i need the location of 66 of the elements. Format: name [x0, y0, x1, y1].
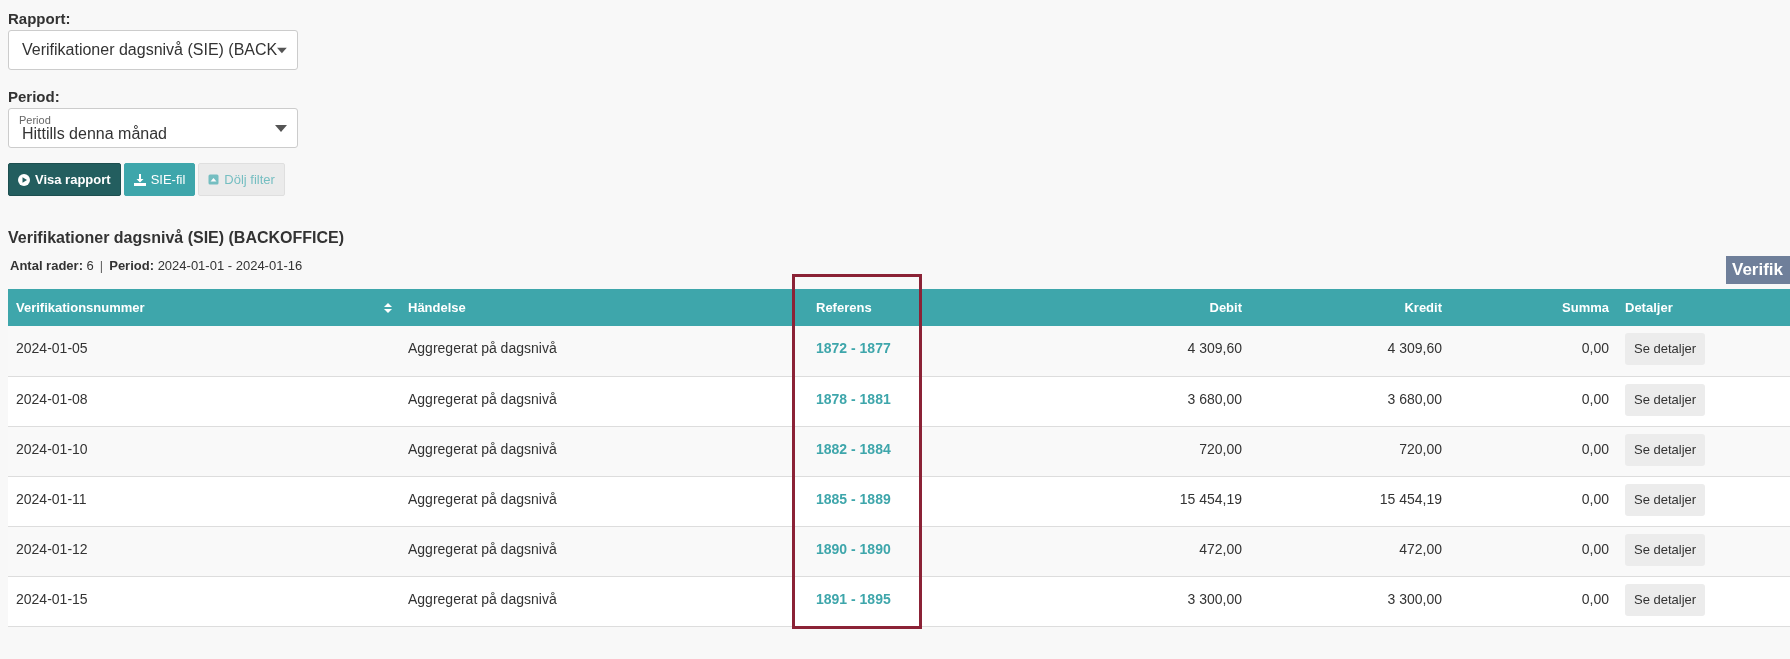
column-header[interactable]: Verifikationsnummer [16, 297, 145, 318]
table-cell: 4 309,60 [1387, 340, 1442, 356]
table-cell: 2024-01-10 [16, 440, 88, 457]
column-header: Referens [816, 298, 872, 317]
details-button[interactable]: Se detaljer [1625, 333, 1706, 365]
caret-icon [275, 124, 287, 132]
tab-label[interactable]: Verifik [1726, 256, 1790, 284]
table-cell: 720,00 [1199, 440, 1242, 457]
table-cell: Aggregerat på dagsnivå [408, 390, 557, 407]
row-count: Antal rader: 6 [10, 257, 94, 275]
report-select[interactable]: Verifikationer dagsnivå (SIE) (BACK [8, 30, 298, 70]
column-header: Kredit [1404, 298, 1442, 317]
table-cell: 15 454,19 [1379, 490, 1442, 507]
details-button[interactable]: Se detaljer [1625, 483, 1706, 516]
details-button[interactable]: Se detaljer [1625, 383, 1706, 416]
table-cell: Aggregerat på dagsnivå [408, 440, 557, 457]
table-cell: 472,00 [1399, 540, 1442, 557]
reference-link[interactable]: 1885 - 1889 [816, 490, 891, 507]
column-header: Summa [1562, 298, 1609, 317]
table-cell: 720,00 [1399, 440, 1442, 457]
table-cell: Aggregerat på dagsnivå [408, 540, 557, 557]
table-cell: 4 309,60 [1187, 340, 1242, 356]
action-button[interactable]: Visa rapport [8, 163, 121, 196]
action-button[interactable]: SIE-fil [123, 163, 196, 196]
download-icon [133, 173, 146, 186]
reference-link[interactable]: 1890 - 1890 [816, 540, 891, 557]
table-cell: 0,00 [1581, 590, 1609, 607]
play-icon [18, 173, 30, 186]
details-button[interactable]: Se detaljer [1625, 533, 1706, 566]
reference-link[interactable]: 1891 - 1895 [816, 590, 891, 607]
table-cell: 0,00 [1581, 440, 1609, 457]
table-cell: 3 300,00 [1387, 590, 1442, 607]
column-header: Debit [1209, 298, 1242, 317]
table-cell: 0,00 [1581, 490, 1609, 507]
caret-icon [277, 46, 287, 54]
collapse-icon [208, 174, 220, 185]
column-header: Detaljer [1625, 298, 1673, 317]
reference-link[interactable]: 1872 - 1877 [816, 340, 891, 356]
details-button[interactable]: Se detaljer [1625, 433, 1706, 466]
table-cell: 472,00 [1199, 540, 1242, 557]
table-cell: 2024-01-11 [16, 490, 87, 507]
column-header: Händelse [408, 298, 466, 317]
table-cell: 3 300,00 [1187, 590, 1242, 607]
field-label: Period: [8, 87, 61, 107]
table-cell: 2024-01-08 [16, 390, 88, 407]
table-cell: Aggregerat på dagsnivå [408, 590, 557, 607]
reference-link[interactable]: 1882 - 1884 [816, 440, 891, 457]
table-cell: 2024-01-15 [16, 590, 88, 607]
period-select[interactable]: Period Hittills denna månad [8, 108, 298, 148]
reference-link[interactable]: 1878 - 1881 [816, 390, 891, 407]
report-title: Verifikationer dagsnivå (SIE) (BACKOFFICE) [8, 228, 346, 248]
table-cell: 2024-01-05 [16, 340, 88, 356]
period-info: Period: 2024-01-01 - 2024-01-16 [109, 257, 303, 275]
table-cell: 15 454,19 [1179, 490, 1242, 507]
table-cell: 3 680,00 [1387, 390, 1442, 407]
table-cell: 2024-01-12 [16, 540, 88, 557]
field-label: Rapport: [8, 9, 72, 29]
table-cell: 0,00 [1581, 390, 1609, 407]
details-button[interactable]: Se detaljer [1625, 583, 1706, 616]
table-cell: Aggregerat på dagsnivå [408, 490, 557, 507]
table-cell: Aggregerat på dagsnivå [408, 340, 557, 356]
sort-icon[interactable] [384, 302, 392, 313]
separator: | [99, 257, 104, 275]
table-cell: 0,00 [1581, 340, 1609, 356]
table-cell: 0,00 [1581, 540, 1609, 557]
table-cell: 3 680,00 [1187, 390, 1242, 407]
